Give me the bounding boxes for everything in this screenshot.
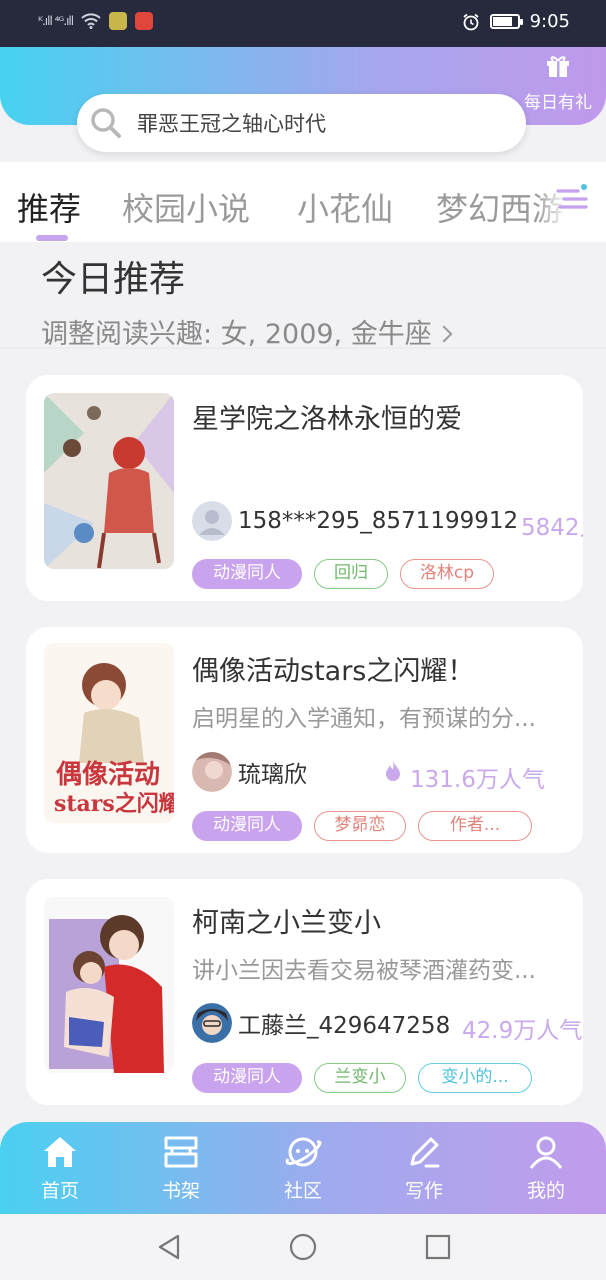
tag[interactable]: 变小的... xyxy=(418,1063,532,1093)
author-name: 158***295_8571199912 xyxy=(238,508,519,534)
book-cover: 偶像活动 stars之闪耀! xyxy=(44,643,174,823)
nav-label: 社区 xyxy=(283,1180,322,1202)
bottom-nav: 首页 书架 社区 写作 我的 xyxy=(0,1122,606,1214)
avatar xyxy=(192,501,232,541)
nav-label: 书架 xyxy=(161,1180,200,1202)
nav-community[interactable]: 社区 xyxy=(263,1132,343,1203)
popularity: 5842人气 xyxy=(521,515,583,541)
book-cover xyxy=(44,897,174,1073)
signal-icon: ᴷ.ıll ⁴ᴳ.ıll xyxy=(38,14,74,28)
fire-icon xyxy=(386,760,400,781)
tag[interactable]: 回归 xyxy=(314,559,388,589)
nav-label: 我的 xyxy=(526,1180,565,1202)
book-card[interactable]: 柯南之小兰变小 讲小兰因去看交易被琴酒灌药变... 工藤兰_429647258 … xyxy=(26,879,583,1105)
search-input[interactable] xyxy=(137,111,467,135)
nav-bookshelf[interactable]: 书架 xyxy=(141,1132,221,1203)
tag[interactable]: 动漫同人 xyxy=(192,559,302,589)
book-card[interactable]: 偶像活动 stars之闪耀! 偶像活动stars之闪耀！ 启明星的入学通知，有预… xyxy=(26,627,583,853)
active-tab-indicator xyxy=(36,235,68,241)
nav-home[interactable]: 首页 xyxy=(20,1132,100,1203)
tag-list: 动漫同人 回归 洛林cp xyxy=(192,559,494,589)
tag[interactable]: 作者... xyxy=(418,811,532,841)
back-icon[interactable] xyxy=(154,1232,184,1262)
svg-text:stars之闪耀!: stars之闪耀! xyxy=(54,791,174,817)
wechat-icon xyxy=(109,12,128,30)
daily-gift-button[interactable]: 每日有礼 xyxy=(510,54,606,113)
book-description: 启明星的入学通知，有预谋的分... xyxy=(192,706,536,732)
nav-write[interactable]: 写作 xyxy=(384,1132,464,1203)
category-tabs: 推荐 校园小说 小花仙 梦幻西游 xyxy=(0,162,606,242)
author-row[interactable]: 琉璃欣 xyxy=(192,752,307,792)
tag[interactable]: 洛林cp xyxy=(400,559,494,589)
home-icon xyxy=(44,1137,76,1167)
book-cover xyxy=(44,393,174,569)
status-bar: ᴷ.ıll ⁴ᴳ.ıll 9:05 xyxy=(0,0,606,47)
tab-recommend[interactable]: 推荐 xyxy=(17,184,81,230)
recents-icon[interactable] xyxy=(423,1232,453,1262)
section-title: 今日推荐 xyxy=(41,259,186,300)
tab-campus-novel[interactable]: 校园小说 xyxy=(122,184,250,230)
pen-icon xyxy=(410,1137,440,1168)
search-bar[interactable] xyxy=(77,94,526,152)
home-circle-icon[interactable] xyxy=(288,1232,318,1262)
svg-text:偶像活动: 偶像活动 xyxy=(56,760,160,790)
popularity: 131.6万人气 xyxy=(410,767,545,793)
tag[interactable]: 兰变小 xyxy=(314,1063,406,1093)
reading-interest-text: 调整阅读兴趣: 女, 2009, 金牛座 xyxy=(41,319,432,350)
avatar xyxy=(192,1003,232,1043)
today-recommend-section: 今日推荐 调整阅读兴趣: 女, 2009, 金牛座 xyxy=(0,242,606,351)
tab-xiaohuaxian[interactable]: 小花仙 xyxy=(297,184,393,230)
gift-icon xyxy=(547,56,569,77)
tag-list: 动漫同人 兰变小 变小的... xyxy=(192,1063,532,1093)
book-title: 星学院之洛林永恒的爱 xyxy=(192,404,462,435)
bookshelf-icon xyxy=(164,1136,198,1168)
book-description: 讲小兰因去看交易被琴酒灌药变... xyxy=(192,958,536,984)
search-icon xyxy=(91,108,121,138)
alarm-icon xyxy=(463,13,479,30)
chevron-right-icon xyxy=(435,325,453,343)
divider xyxy=(0,347,606,349)
battery-icon xyxy=(489,14,523,29)
planet-icon xyxy=(285,1137,322,1167)
tag[interactable]: 动漫同人 xyxy=(192,811,302,841)
user-icon xyxy=(529,1136,563,1169)
tag[interactable]: 梦昴恋 xyxy=(314,811,406,841)
avatar xyxy=(192,752,232,792)
author-row[interactable]: 工藤兰_429647258 xyxy=(192,1003,450,1043)
book-card[interactable]: 星学院之洛林永恒的爱 158***295_8571199912 5842人气 动… xyxy=(26,375,583,601)
nav-label: 首页 xyxy=(40,1180,79,1202)
clock: 9:05 xyxy=(529,11,570,32)
author-row[interactable]: 158***295_8571199912 xyxy=(192,501,518,541)
book-title: 柯南之小兰变小 xyxy=(192,908,381,939)
tag[interactable]: 动漫同人 xyxy=(192,1063,302,1093)
popularity: 42.9万人气 xyxy=(462,1018,583,1044)
nav-label: 写作 xyxy=(404,1180,443,1202)
category-menu-icon[interactable] xyxy=(556,182,588,214)
wifi-icon xyxy=(81,13,101,29)
author-name: 琉璃欣 xyxy=(238,762,307,788)
gift-label: 每日有礼 xyxy=(524,93,592,113)
system-nav-bar xyxy=(0,1214,606,1280)
reading-interest-link[interactable]: 调整阅读兴趣: 女, 2009, 金牛座 xyxy=(41,312,453,351)
weibo-icon xyxy=(135,12,154,30)
author-name: 工藤兰_429647258 xyxy=(238,1013,451,1039)
book-title: 偶像活动stars之闪耀！ xyxy=(192,656,475,687)
nav-profile[interactable]: 我的 xyxy=(506,1132,586,1203)
tag-list: 动漫同人 梦昴恋 作者... xyxy=(192,811,532,841)
